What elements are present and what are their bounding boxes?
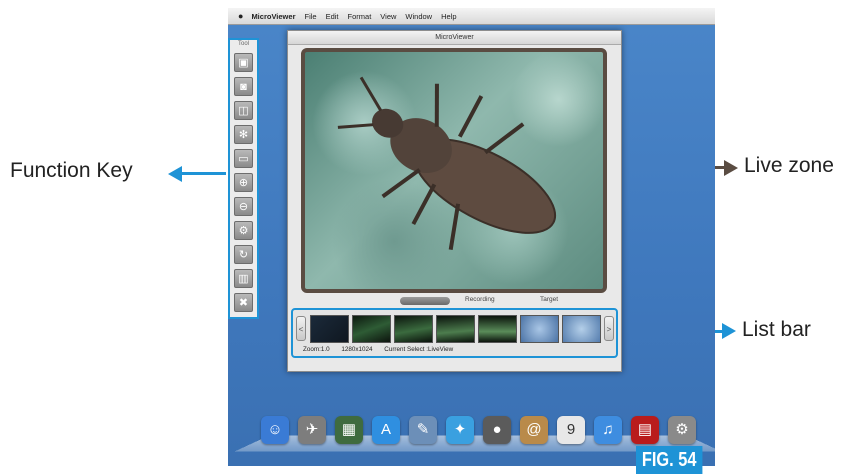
safari-icon[interactable]: ✦: [446, 416, 474, 444]
list-bar: < > Zoom:1.0 1280x1024 Current Select :L…: [291, 308, 618, 358]
resolution-status: 1280x1024: [341, 346, 373, 353]
mac-desktop: ● MicroViewer File Edit Format View Wind…: [228, 8, 715, 466]
system-preferences-icon[interactable]: ⚙: [668, 416, 696, 444]
scroll-right-button[interactable]: >: [604, 316, 614, 341]
microviewer-window: MicroViewer Recording Target < > Zoom:1.…: [287, 30, 622, 372]
function-key-arrow-line: [180, 172, 226, 175]
thumbnail[interactable]: [394, 315, 433, 343]
beetle-image: [337, 76, 557, 250]
list-bar-callout: List bar: [742, 318, 811, 341]
menu-format[interactable]: Format: [348, 12, 372, 21]
menu-window[interactable]: Window: [405, 12, 432, 21]
function-key-callout: Function Key: [10, 159, 133, 182]
settings-icon[interactable]: ⚙: [234, 221, 253, 240]
menu-bar: ● MicroViewer File Edit Format View Wind…: [228, 8, 715, 25]
window-title: MicroViewer: [288, 31, 621, 45]
thumbnail[interactable]: [352, 315, 391, 343]
snapshot-icon[interactable]: ▣: [234, 53, 253, 72]
zoom-out-icon[interactable]: ⊖: [234, 197, 253, 216]
current-select-status: Current Select :LiveView: [384, 346, 454, 353]
itunes-icon[interactable]: ♫: [594, 416, 622, 444]
contacts-icon[interactable]: @: [520, 416, 548, 444]
calendar-icon[interactable]: 9: [557, 416, 585, 444]
scroll-left-button[interactable]: <: [296, 316, 306, 341]
close-icon[interactable]: ✖: [234, 293, 253, 312]
tab-recording[interactable]: Recording: [465, 296, 495, 303]
freeze-icon[interactable]: ✻: [234, 125, 253, 144]
trash-icon[interactable]: ▥: [234, 269, 253, 288]
live-zone-callout: Live zone: [744, 154, 834, 177]
video-camera-icon[interactable]: ◙: [234, 77, 253, 96]
launchpad-icon[interactable]: ✈: [298, 416, 326, 444]
thumbnail[interactable]: [310, 315, 349, 343]
mission-control-icon[interactable]: ▦: [335, 416, 363, 444]
finder-icon[interactable]: ☺: [261, 416, 289, 444]
thumbnail[interactable]: [478, 315, 517, 343]
preview-icon[interactable]: ✎: [409, 416, 437, 444]
status-line: Zoom:1.0 1280x1024 Current Select :LiveV…: [303, 346, 463, 353]
tool-palette: Tool ▣ ◙ ◫ ✻ ▭ ⊕ ⊖ ⚙ ↻ ▥ ✖: [228, 38, 259, 319]
thumbnail[interactable]: [436, 315, 475, 343]
rotate-icon[interactable]: ↻: [234, 245, 253, 264]
tab-target[interactable]: Target: [540, 296, 558, 303]
menu-edit[interactable]: Edit: [326, 12, 339, 21]
list-bar-arrow-head: [722, 323, 736, 339]
tab-live[interactable]: [400, 297, 450, 305]
apple-icon[interactable]: ●: [238, 11, 243, 21]
measure-icon[interactable]: ▭: [234, 149, 253, 168]
menu-help[interactable]: Help: [441, 12, 456, 21]
app-store-icon[interactable]: A: [372, 416, 400, 444]
compare-icon[interactable]: ◫: [234, 101, 253, 120]
live-zone-arrow-head: [724, 160, 738, 176]
zoom-in-icon[interactable]: ⊕: [234, 173, 253, 192]
figure-label: FIG. 54: [636, 446, 703, 474]
tool-palette-title: Tool: [237, 41, 249, 47]
facetime-icon[interactable]: ●: [483, 416, 511, 444]
thumbnail[interactable]: [520, 315, 559, 343]
thumbnail[interactable]: [562, 315, 601, 343]
zoom-status: Zoom:1.0: [303, 346, 330, 353]
menu-view[interactable]: View: [380, 12, 396, 21]
view-tabs: Recording Target: [288, 295, 621, 307]
photo-booth-icon[interactable]: ▤: [631, 416, 659, 444]
menu-file[interactable]: File: [305, 12, 317, 21]
live-view-zone[interactable]: [301, 48, 607, 293]
tool-buttons: ▣ ◙ ◫ ✻ ▭ ⊕ ⊖ ⚙ ↻ ▥ ✖: [230, 53, 257, 312]
menu-app-name[interactable]: MicroViewer: [251, 12, 295, 21]
